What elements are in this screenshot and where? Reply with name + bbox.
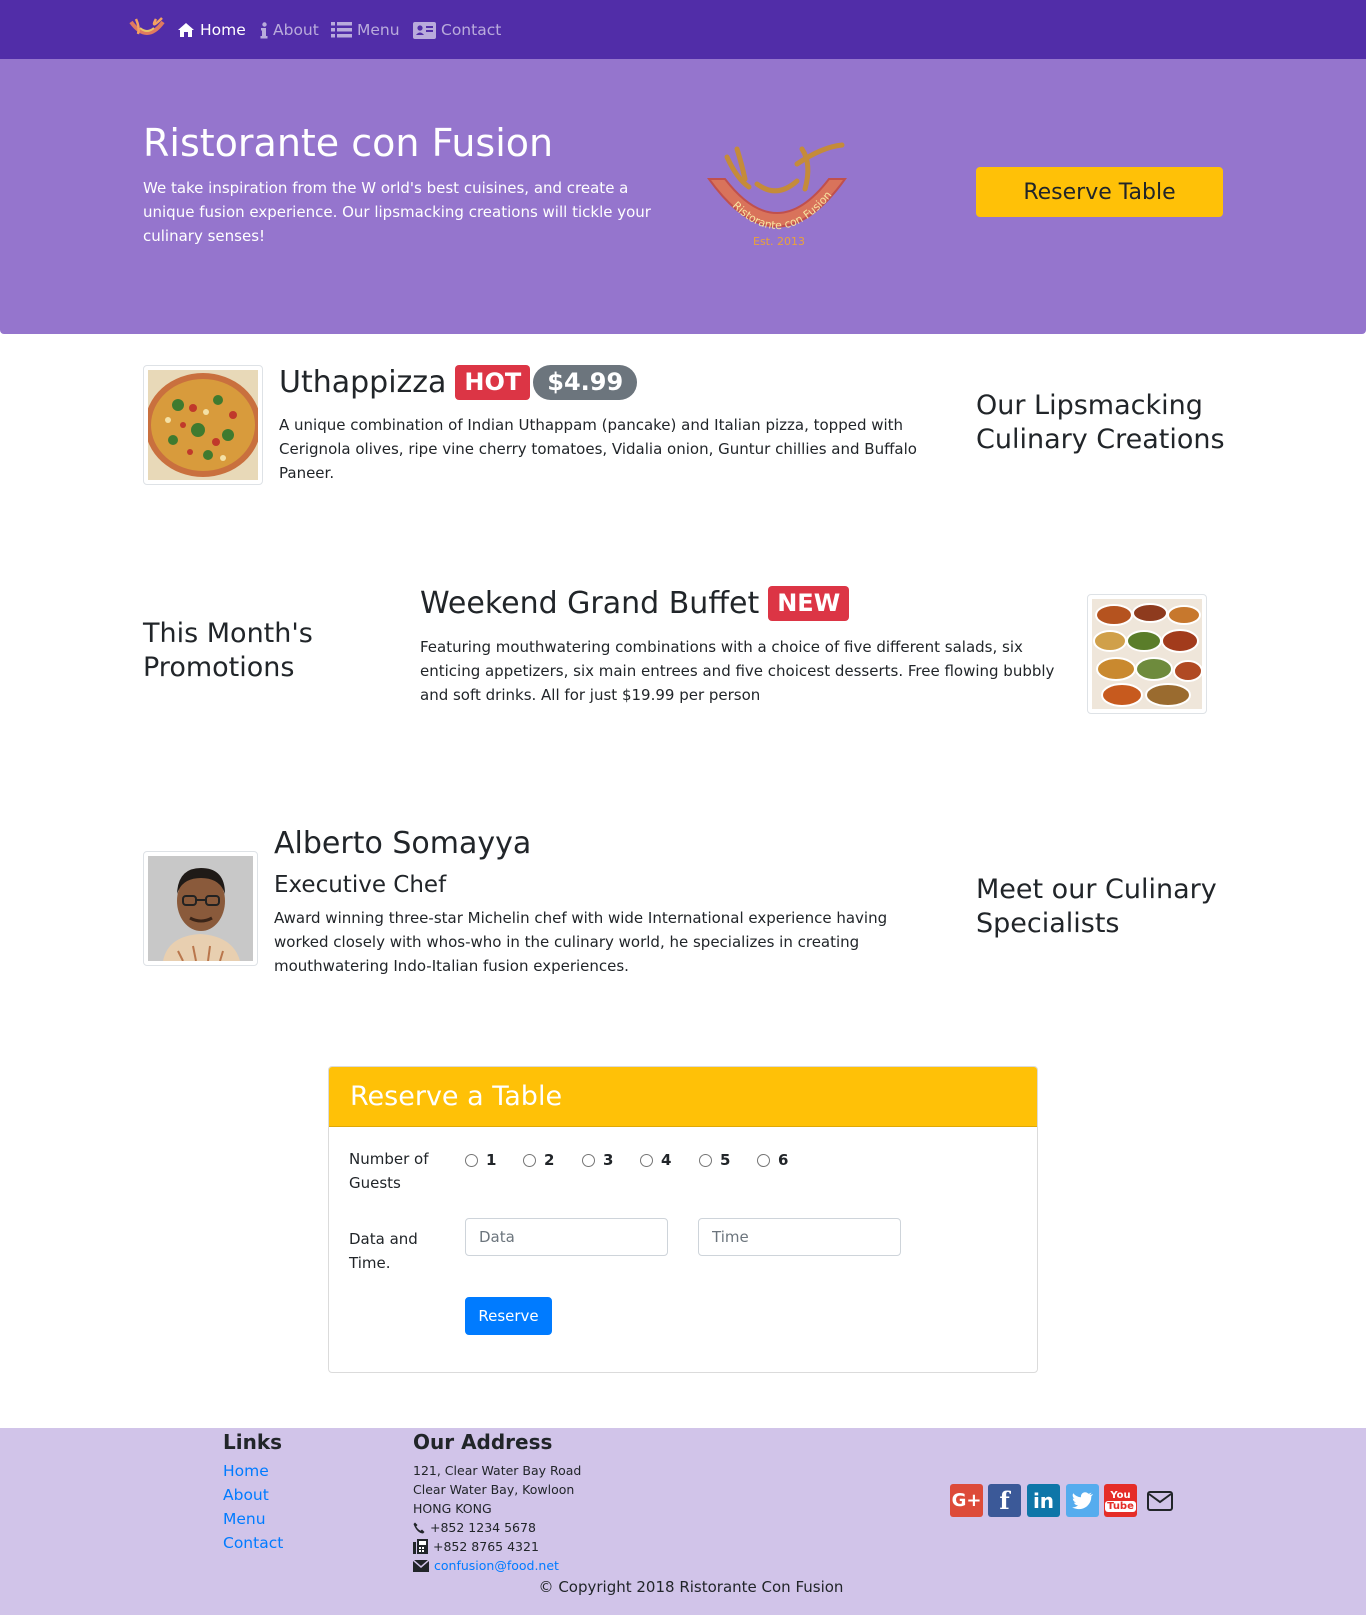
leader-name: Alberto Somayya — [274, 826, 532, 861]
address-line: 121, Clear Water Bay Road — [413, 1463, 582, 1478]
leader-section-title: Meet our Culinary Specialists — [976, 874, 1217, 939]
envelope-icon[interactable] — [1143, 1484, 1176, 1517]
email-row: confusion@food.net — [413, 1556, 559, 1575]
nav-item-label: Contact — [441, 21, 502, 39]
reserve-table-button[interactable]: Reserve Table — [976, 167, 1223, 217]
footer-address-title: Our Address — [413, 1430, 553, 1454]
radio-circle[interactable] — [465, 1153, 478, 1167]
dish-heading: Uthappizza HOT $4.99 — [279, 365, 638, 400]
footer-links-title: Links — [223, 1430, 283, 1454]
guest-radio-3[interactable]: 3 — [582, 1151, 613, 1169]
info-icon — [260, 21, 268, 38]
brand-logo[interactable] — [128, 14, 166, 44]
reservation-card-header: Reserve a Table — [329, 1067, 1037, 1127]
copyright: © Copyright 2018 Ristorante Con Fusion — [538, 1578, 844, 1596]
list-icon — [331, 22, 352, 38]
guest-radio-2[interactable]: 2 — [523, 1151, 554, 1169]
radio-circle[interactable] — [640, 1153, 653, 1167]
datetime-label: Data and Time. — [349, 1230, 418, 1272]
home-icon — [178, 23, 194, 37]
restaurant-logo: Ristorante con Fusion Est. 2013 — [707, 142, 847, 248]
address-line: Clear Water Bay, Kowloon — [413, 1482, 575, 1497]
promotion-name: Weekend Grand Buffet — [420, 586, 760, 621]
radio-circle[interactable] — [699, 1153, 712, 1167]
hot-badge: HOT — [455, 365, 531, 400]
restaurant-title: Ristorante con Fusion — [143, 121, 554, 165]
footer-link-home[interactable]: Home — [223, 1462, 269, 1480]
fax-icon — [413, 1539, 428, 1554]
navbar: Home About Menu Contact — [0, 0, 1366, 59]
linkedin-icon[interactable]: in — [1027, 1484, 1060, 1517]
leader-designation: Executive Chef — [274, 872, 447, 898]
reservation-title: Reserve a Table — [350, 1081, 563, 1112]
nav-item-label: About — [273, 21, 319, 39]
phone-row: +852 1234 5678 — [413, 1518, 536, 1537]
radio-label: 6 — [778, 1151, 789, 1169]
dish-image — [143, 365, 263, 485]
guest-radio-6[interactable]: 6 — [757, 1151, 788, 1169]
twitter-icon[interactable] — [1066, 1484, 1099, 1517]
reservation-card: Reserve a Table Number of Guests 1 2 3 4… — [328, 1066, 1038, 1373]
jumbotron: Ristorante con Fusion We take inspiratio… — [0, 59, 1366, 334]
address-card-icon — [413, 21, 436, 39]
footer-link-about[interactable]: About — [223, 1486, 269, 1504]
leader-description: Award winning three-star Michelin chef w… — [274, 909, 888, 975]
youtube-icon[interactable]: You Tube — [1104, 1484, 1137, 1517]
pizza-image — [148, 370, 258, 480]
radio-label: 3 — [603, 1151, 614, 1169]
new-badge: NEW — [768, 586, 850, 621]
radio-circle[interactable] — [523, 1153, 536, 1167]
logo-est: Est. 2013 — [753, 235, 805, 248]
dish-section-title: Our Lipsmacking Culinary Creations — [976, 390, 1225, 455]
footer-link-contact[interactable]: Contact — [223, 1534, 283, 1552]
guest-radio-4[interactable]: 4 — [640, 1151, 671, 1169]
nav-item-menu[interactable]: Menu — [331, 19, 400, 41]
buffet-image — [1092, 599, 1202, 709]
nav-item-label: Menu — [357, 21, 400, 39]
footer-link-menu[interactable]: Menu — [223, 1510, 266, 1528]
nav-item-label: Home — [200, 21, 246, 39]
dish-description: A unique combination of Indian Uthappam … — [279, 416, 917, 482]
envelope-icon — [413, 1559, 429, 1572]
radio-label: 1 — [486, 1151, 497, 1169]
fax-number: +852 8765 4321 — [433, 1539, 539, 1554]
guest-radio-1[interactable]: 1 — [465, 1151, 496, 1169]
guest-radio-5[interactable]: 5 — [699, 1151, 730, 1169]
guests-label: Number of Guests — [349, 1150, 429, 1192]
price-badge: $4.99 — [533, 365, 638, 400]
date-input[interactable] — [465, 1218, 668, 1256]
nav-item-about[interactable]: About — [260, 19, 319, 41]
radio-label: 2 — [544, 1151, 555, 1169]
chef-photo — [148, 856, 253, 961]
fax-row: +852 8765 4321 — [413, 1537, 539, 1556]
phone-icon — [413, 1522, 425, 1533]
nav-item-home[interactable]: Home — [177, 19, 246, 41]
facebook-icon[interactable]: f — [988, 1484, 1021, 1517]
google-plus-icon[interactable]: G+ — [950, 1484, 983, 1517]
dish-name: Uthappizza — [279, 365, 447, 400]
promotion-section-title: This Month's Promotions — [143, 618, 313, 683]
nav-item-contact[interactable]: Contact — [413, 19, 501, 41]
radio-label: 5 — [720, 1151, 731, 1169]
reserve-submit-button[interactable]: Reserve — [465, 1297, 552, 1335]
promotion-image — [1087, 594, 1207, 714]
leader-image — [143, 851, 258, 966]
promotion-description: Featuring mouthwatering combinations wit… — [420, 638, 1055, 704]
time-input[interactable] — [698, 1218, 901, 1256]
promotion-heading: Weekend Grand Buffet NEW — [420, 586, 850, 621]
address-line: HONG KONG — [413, 1501, 492, 1516]
radio-label: 4 — [661, 1151, 672, 1169]
restaurant-tagline: We take inspiration from the W orld's be… — [143, 179, 651, 245]
radio-circle[interactable] — [582, 1153, 595, 1167]
leader-heading: Alberto Somayya — [274, 826, 531, 861]
email-link[interactable]: confusion@food.net — [434, 1556, 559, 1575]
radio-circle[interactable] — [757, 1153, 770, 1167]
phone-number: +852 1234 5678 — [430, 1520, 536, 1535]
